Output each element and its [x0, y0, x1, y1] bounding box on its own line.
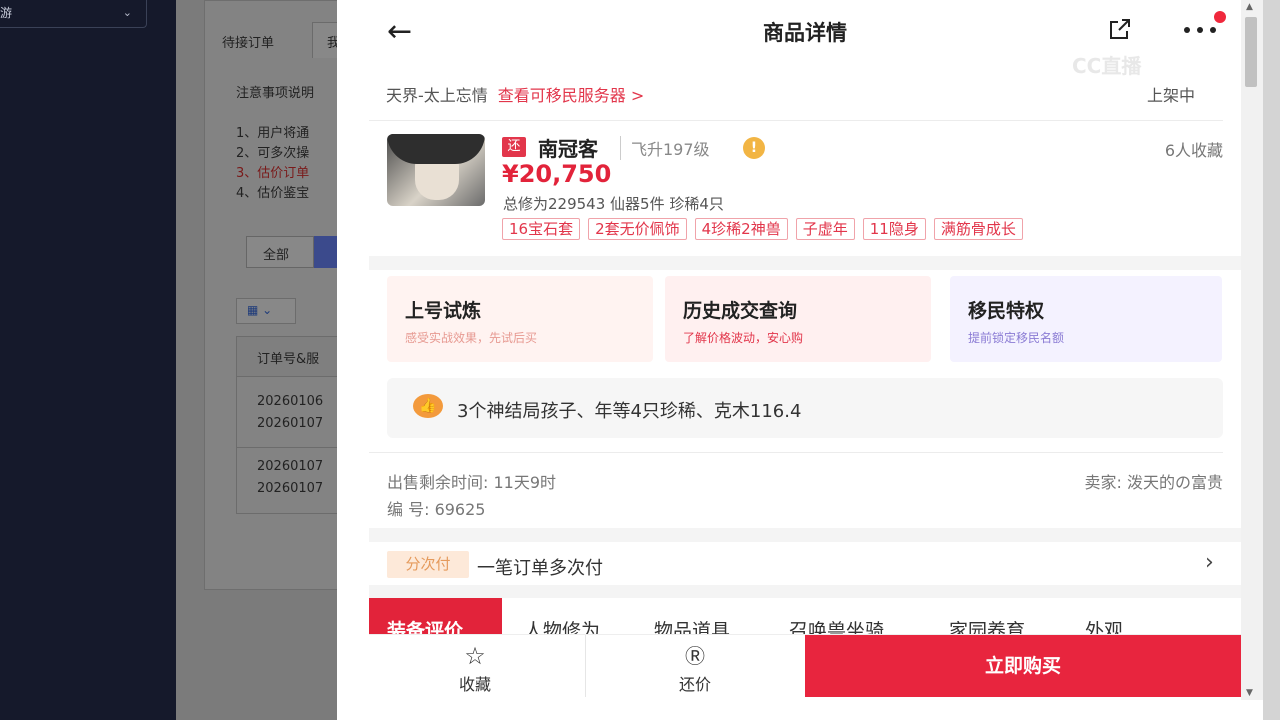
tag-list: 16宝石套 2套无价佩饰 4珍稀2神兽 子虚年 11隐身 满筋骨成长: [502, 218, 1023, 240]
chevron-down-icon: ⌄: [262, 303, 273, 317]
view-grid-button[interactable]: ▦ ⌄: [236, 298, 296, 324]
feature-subtitle: 提前锁定移民名额: [968, 331, 1065, 345]
feature-title: 历史成交查询: [683, 300, 798, 322]
feature-subtitle: 了解价格波动，安心购: [683, 331, 804, 345]
game-dropdown-label: 游: [0, 6, 13, 20]
divider: [369, 452, 1223, 453]
rule-item: 4、估价鉴宝: [236, 186, 310, 201]
divider: [585, 635, 586, 697]
highlight-text: 3个神结局孩子、年等4只珍稀、克木116.4: [457, 401, 802, 422]
price-history-card[interactable]: 历史成交查询 了解价格波动，安心购: [665, 276, 931, 362]
favorite-count: 6人收藏: [1164, 141, 1223, 160]
scrollbar[interactable]: ▲ ▼: [1241, 0, 1263, 700]
section-separator: [369, 585, 1241, 599]
notice-title: 注意事项说明: [236, 86, 315, 101]
feature-title: 移民特权: [968, 300, 1045, 322]
tab-summons[interactable]: 召唤兽坐骑: [789, 616, 884, 636]
listing-status: 上架中: [1146, 86, 1195, 105]
tag: 11隐身: [862, 218, 926, 240]
seller-name[interactable]: 卖家: 泼天的の富贵: [1085, 469, 1223, 493]
tab-cultivation[interactable]: 人物修为: [524, 616, 600, 636]
serial-number: 编 号: 69625: [387, 500, 486, 519]
scroll-down-icon[interactable]: ▼: [1246, 688, 1253, 698]
rule-item: 2、可多次操: [236, 146, 310, 161]
bargain-badge: 还: [502, 137, 526, 157]
installment-text[interactable]: 一笔订单多次付: [477, 554, 603, 580]
migration-privilege-card[interactable]: 移民特权 提前锁定移民名额: [950, 276, 1222, 362]
character-level: 飞升197级: [620, 136, 710, 160]
bottom-action-bar: ☆ 收藏 Ⓡ 还价 立即购买: [369, 634, 1241, 720]
character-stats: 总修为229543 仙器5件 珍稀4只: [503, 195, 724, 213]
left-sidebar: 游 ⌄: [0, 0, 176, 720]
product-detail-panel: ← 商品详情 天界-太上忘情 查看可移民服务器 > 上架中 还 南冠客 飞升197…: [337, 0, 1263, 720]
feature-subtitle: 感受实战效果，先试后买: [405, 331, 538, 345]
divider: [369, 120, 1223, 121]
thumbs-up-icon: 👍: [413, 394, 443, 418]
chevron-right-icon[interactable]: ›: [1205, 550, 1214, 575]
bargain-button[interactable]: Ⓡ 还价: [645, 635, 745, 699]
buy-now-button[interactable]: 立即购买: [805, 635, 1241, 697]
yen-coin-icon: Ⓡ: [685, 644, 705, 668]
share-icon[interactable]: [1107, 18, 1133, 42]
stream-watermark: CC直播: [1072, 54, 1142, 78]
table-cell: 20260106: [257, 394, 324, 409]
trial-login-card[interactable]: 上号试炼 感受实战效果，先试后买: [387, 276, 653, 362]
tag: 4珍稀2神兽: [694, 218, 788, 240]
tab-appearance[interactable]: 外观: [1085, 616, 1123, 636]
star-icon: ☆: [464, 642, 486, 670]
tab-pending-orders[interactable]: 待接订单: [206, 22, 306, 58]
table-cell: 20260107: [257, 416, 324, 431]
table-cell: 20260107: [257, 459, 324, 474]
tag: 子虚年: [795, 218, 855, 240]
server-row: 天界-太上忘情 查看可移民服务器 >: [386, 82, 644, 106]
tab-equipment[interactable]: 装备评价: [369, 598, 502, 636]
rule-item: 1、用户将通: [236, 126, 310, 141]
scrollbar-thumb[interactable]: [1245, 17, 1257, 87]
tag: 满筋骨成长: [933, 218, 1023, 240]
more-icon[interactable]: [1182, 22, 1218, 38]
chevron-down-icon: ⌄: [122, 6, 132, 19]
grid-icon: ▦: [247, 303, 259, 317]
character-name: 南冠客: [538, 137, 598, 161]
orders-table: 订单号&服 20260106 20260107 20260107 2026010…: [236, 336, 346, 514]
table-header: 订单号&服: [237, 337, 345, 377]
game-dropdown[interactable]: 游 ⌄: [0, 0, 147, 28]
tag: 2套无价佩饰: [588, 218, 687, 240]
info-warning-icon[interactable]: !: [743, 137, 765, 159]
section-separator: [369, 256, 1241, 270]
table-cell: 20260107: [257, 481, 324, 496]
favorite-label: 收藏: [458, 675, 491, 694]
scroll-up-icon[interactable]: ▲: [1246, 2, 1253, 12]
rule-item: 3、估价订单: [236, 166, 310, 181]
section-separator: [369, 528, 1241, 542]
right-edge: [1263, 0, 1280, 720]
migrate-servers-link[interactable]: 查看可移民服务器 >: [498, 86, 645, 105]
detail-tabs: 装备评价 人物修为 物品道具 召唤兽坐骑 家园养育 外观: [369, 598, 1241, 636]
tag: 16宝石套: [502, 218, 581, 240]
installment-badge: 分次付: [387, 551, 469, 578]
price: ¥20,750: [502, 160, 612, 188]
feature-title: 上号试炼: [405, 300, 482, 322]
seller-highlight: 👍 3个神结局孩子、年等4只珍稀、克木116.4: [387, 378, 1223, 438]
tab-home[interactable]: 家园养育: [949, 616, 1025, 636]
bargain-label: 还价: [678, 675, 711, 694]
tab-items[interactable]: 物品道具: [654, 616, 730, 636]
filter-all-button[interactable]: 全部: [246, 236, 314, 268]
notification-dot: [1214, 11, 1226, 23]
favorite-button[interactable]: ☆ 收藏: [425, 635, 525, 699]
server-name: 天界-太上忘情: [386, 86, 488, 105]
character-avatar[interactable]: [387, 134, 485, 206]
time-left: 出售剩余时间: 11天9时: [387, 473, 557, 492]
